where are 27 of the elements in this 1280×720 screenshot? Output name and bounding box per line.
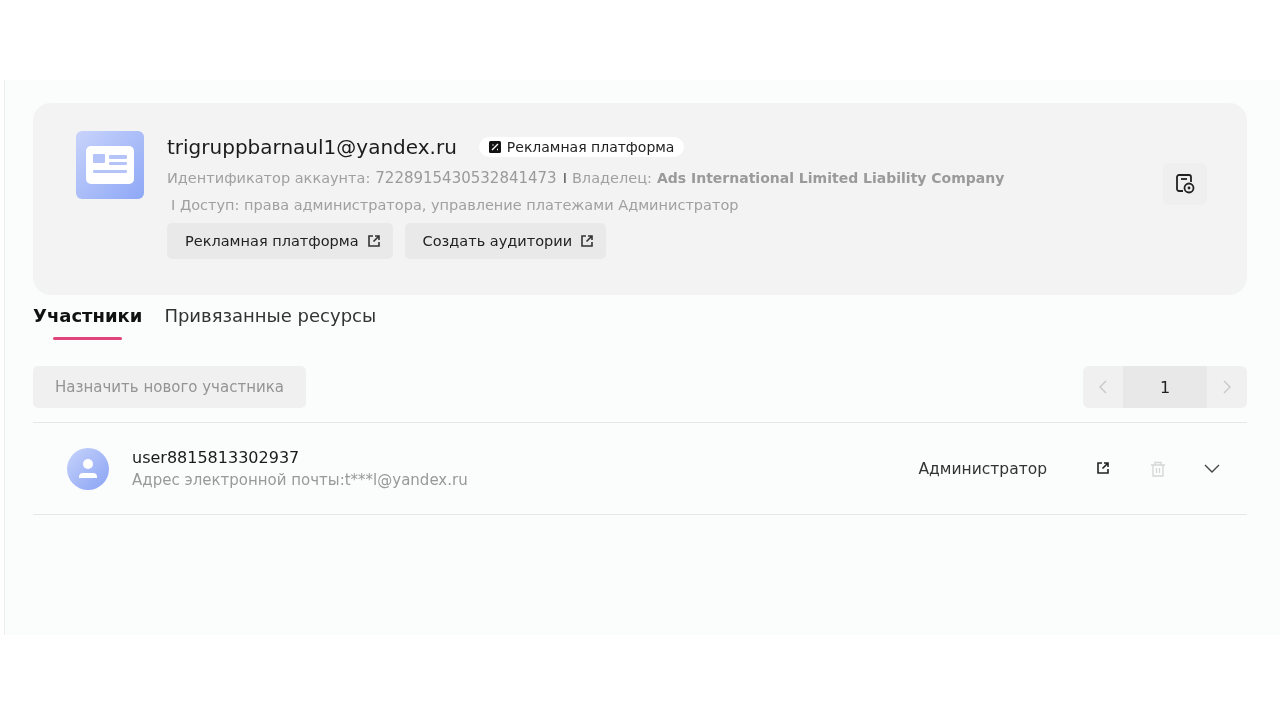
- external-link-button[interactable]: Рекламная платформа: [167, 223, 393, 259]
- avatar-icon: [67, 447, 109, 490]
- page-number[interactable]: 1: [1123, 366, 1207, 408]
- member-email: Адрес электронной почты:t***l@yandex.ru: [132, 471, 469, 489]
- trash-icon: [1150, 460, 1166, 477]
- external-link-icon: [1096, 460, 1112, 477]
- chevron-left-icon: [1099, 380, 1107, 394]
- tab[interactable]: Участники: [33, 305, 143, 340]
- member-name: user8815813302937: [132, 448, 301, 467]
- external-link-icon: [366, 234, 381, 248]
- separator-mark: I: [562, 170, 567, 186]
- field-value: Ads International Limited Liability Company: [656, 170, 1005, 186]
- tab[interactable]: Привязанные ресурсы: [164, 305, 377, 340]
- field-value: 7228915430532841473: [375, 169, 557, 187]
- access-text: I Доступ: права администратора, управление платежами Администратор: [171, 197, 740, 213]
- tag-icon: [488, 141, 501, 153]
- account-email: trigruppbarnaul1@yandex.ru: [167, 135, 457, 159]
- member-role: Администратор: [918, 459, 1047, 478]
- document-gear-icon: [1175, 174, 1195, 194]
- external-link-icon: [580, 234, 595, 248]
- settings-button[interactable]: [1163, 163, 1207, 205]
- chevron-right-icon: [1223, 380, 1231, 394]
- external-link-button[interactable]: Создать аудитории: [404, 223, 607, 259]
- badge-label: Рекламная платформа: [506, 139, 675, 155]
- field-label: Владелец:: [571, 170, 652, 186]
- chevron-down-icon: [1204, 464, 1220, 473]
- field-label: Идентификатор аккаунта:: [167, 170, 371, 186]
